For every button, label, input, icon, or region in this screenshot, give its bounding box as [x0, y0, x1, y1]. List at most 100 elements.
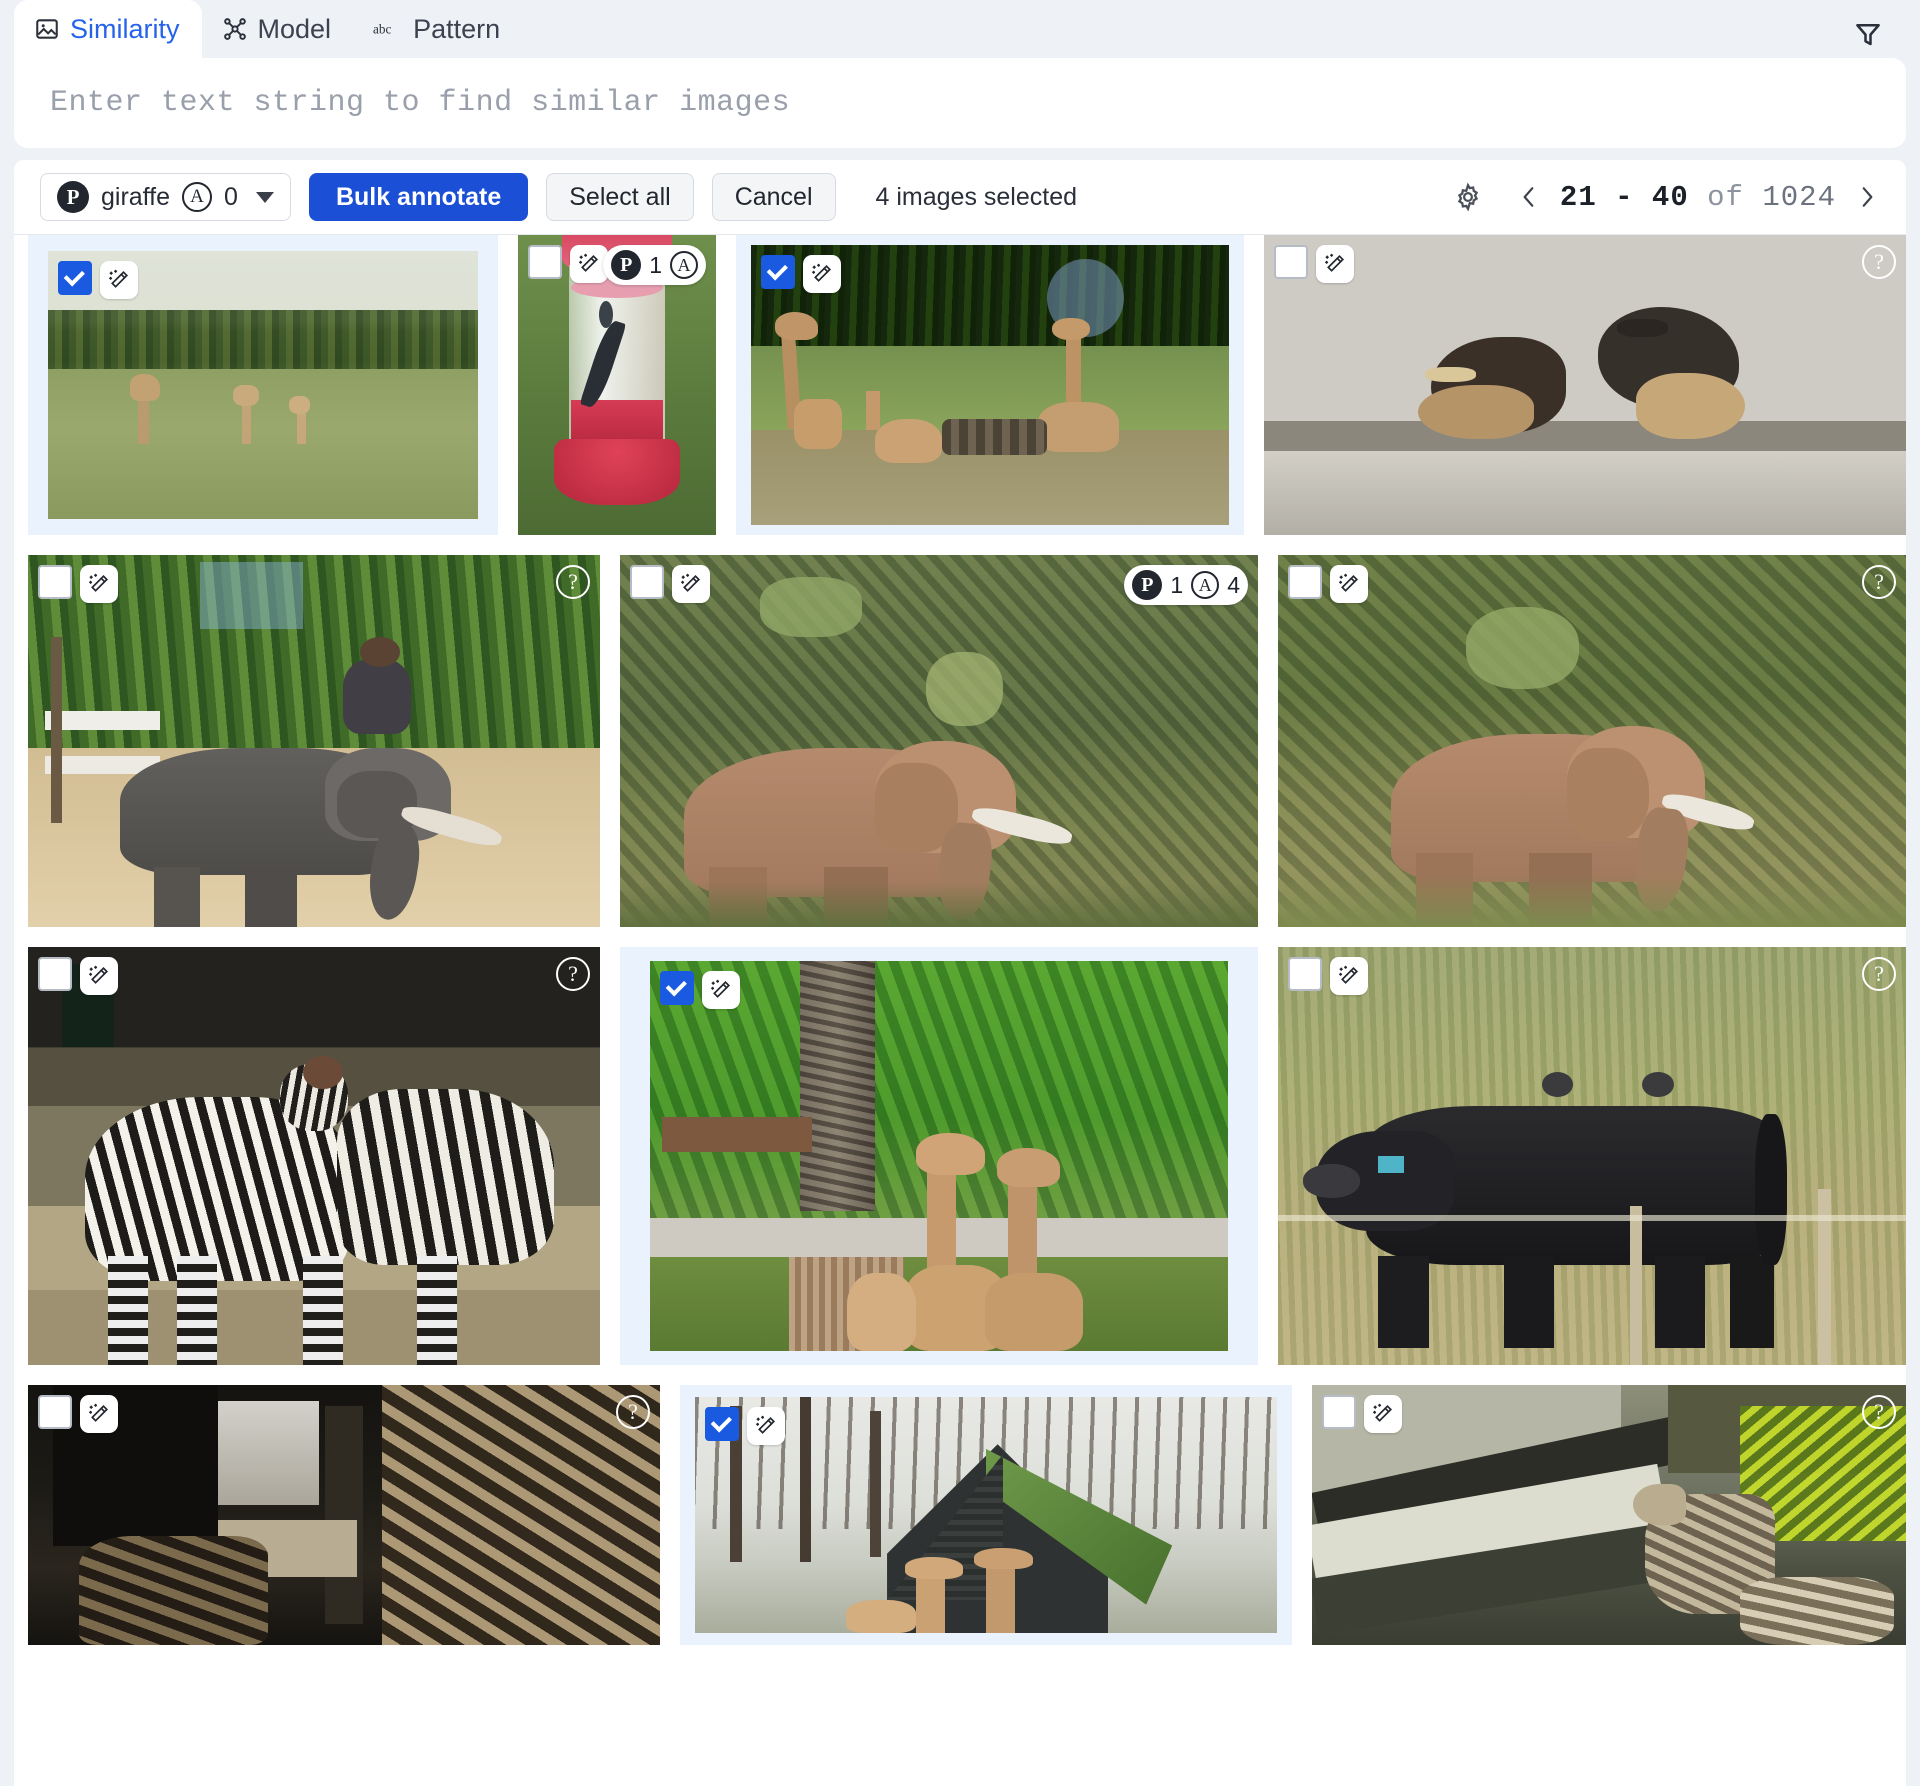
magic-wand-icon[interactable] — [747, 1407, 785, 1445]
magic-wand-icon[interactable] — [1330, 957, 1368, 995]
select-checkbox[interactable] — [38, 957, 72, 991]
magic-wand-icon[interactable] — [1330, 565, 1368, 603]
image-card[interactable]: ? — [1312, 1385, 1906, 1645]
selection-status-label: 4 images selected — [875, 182, 1078, 211]
giraffes-in-field[interactable] — [48, 251, 478, 519]
select-checkbox[interactable] — [761, 255, 795, 289]
cancel-button[interactable]: Cancel — [711, 173, 836, 221]
card-controls — [38, 1395, 118, 1433]
help-question-icon[interactable]: ? — [556, 565, 590, 599]
image-card[interactable] — [28, 235, 498, 535]
image-card[interactable]: P 1 A — [518, 235, 716, 535]
two-zebras[interactable]: ? — [28, 947, 600, 1365]
tab-pattern-label: Pattern — [413, 13, 501, 44]
image-card[interactable]: ? — [1278, 555, 1906, 927]
annotation-badge-icon: A — [182, 182, 213, 212]
gear-icon[interactable] — [1446, 175, 1490, 219]
help-icon[interactable]: ? — [1862, 245, 1896, 279]
card-controls — [1274, 245, 1354, 283]
similarity-search-box[interactable] — [14, 58, 1906, 148]
page-range-label: 21 - 40 — [1559, 180, 1689, 214]
select-checkbox[interactable] — [660, 971, 694, 1005]
prediction-count: 1 — [1170, 571, 1184, 598]
help-icon[interactable]: ? — [556, 565, 590, 599]
image-card[interactable] — [680, 1385, 1292, 1645]
image-card[interactable] — [736, 235, 1244, 535]
magic-wand-icon[interactable] — [702, 971, 740, 1009]
annotation-badge-icon: A — [670, 251, 698, 279]
image-card[interactable]: ? — [28, 947, 600, 1365]
pagination: 21 - 40 of 1024 — [1516, 181, 1880, 214]
card-controls — [38, 565, 118, 603]
two-swallows-on-ledge[interactable]: ? — [1264, 235, 1906, 535]
select-checkbox[interactable] — [58, 261, 92, 295]
prediction-count: 1 — [649, 251, 662, 278]
abc-icon: abc — [373, 19, 403, 39]
select-checkbox[interactable] — [1322, 1395, 1356, 1429]
giraffe-in-dark-barn[interactable]: ? — [28, 1385, 660, 1645]
giraffes-grazing-herd[interactable] — [751, 245, 1229, 525]
magic-wand-icon[interactable] — [80, 957, 118, 995]
select-checkbox[interactable] — [630, 565, 664, 599]
help-question-icon[interactable]: ? — [616, 1395, 650, 1429]
image-card[interactable]: P 1 A 4 — [620, 555, 1258, 927]
class-select-dropdown[interactable]: P giraffe A 0 — [40, 173, 291, 221]
select-checkbox[interactable] — [1288, 565, 1322, 599]
image-card[interactable]: ? — [28, 555, 600, 927]
image-card[interactable]: ? — [1278, 947, 1906, 1365]
magic-wand-icon[interactable] — [1364, 1395, 1402, 1433]
annotation-count-badge[interactable]: P 1 A 4 — [1124, 565, 1248, 605]
elephant-in-scrubland[interactable]: P 1 A 4 — [620, 555, 1258, 927]
help-icon[interactable]: ? — [616, 1395, 650, 1429]
elephant-on-hillside[interactable]: ? — [1278, 555, 1906, 927]
help-icon[interactable]: ? — [1862, 565, 1896, 599]
help-question-icon[interactable]: ? — [1862, 245, 1896, 279]
tab-model[interactable]: Model — [202, 0, 354, 58]
select-checkbox[interactable] — [705, 1407, 739, 1441]
filter-funnel-icon[interactable] — [1846, 12, 1890, 56]
giraffes-at-zoo-enclosure[interactable] — [650, 961, 1228, 1351]
help-question-icon[interactable]: ? — [556, 957, 590, 991]
magic-wand-icon[interactable] — [100, 261, 138, 299]
magic-wand-icon[interactable] — [80, 1395, 118, 1433]
annotation-count: 4 — [1227, 571, 1240, 598]
help-icon[interactable]: ? — [1862, 1395, 1896, 1429]
select-checkbox[interactable] — [38, 1395, 72, 1429]
bulk-annotate-button[interactable]: Bulk annotate — [308, 173, 529, 221]
select-checkbox[interactable] — [1288, 957, 1322, 991]
help-icon[interactable]: ? — [556, 957, 590, 991]
bird-on-wooden-beam[interactable]: ? — [1312, 1385, 1906, 1645]
tab-similarity[interactable]: Similarity — [14, 0, 202, 58]
chevron-down-icon — [255, 191, 274, 203]
magic-wand-icon[interactable] — [803, 255, 841, 293]
tab-pattern[interactable]: abc Pattern — [353, 0, 522, 58]
chevron-right-icon[interactable] — [1854, 181, 1880, 213]
man-riding-elephant[interactable]: ? — [28, 555, 600, 927]
annotation-count-badge[interactable]: P 1 A — [603, 245, 706, 285]
image-card[interactable] — [620, 947, 1258, 1365]
help-question-icon[interactable]: ? — [1862, 957, 1896, 991]
giraffes-by-green-roof-house[interactable] — [695, 1397, 1277, 1633]
select-checkbox[interactable] — [38, 565, 72, 599]
search-input[interactable] — [14, 86, 1906, 120]
select-checkbox[interactable] — [1274, 245, 1308, 279]
help-question-icon[interactable]: ? — [1862, 1395, 1896, 1429]
help-question-icon[interactable]: ? — [1862, 565, 1896, 599]
card-controls — [1322, 1395, 1402, 1433]
select-checkbox[interactable] — [528, 245, 562, 279]
image-card[interactable]: ? — [1264, 235, 1906, 535]
image-card[interactable]: ? — [28, 1385, 660, 1645]
hummingbird-feeder[interactable]: P 1 A — [518, 235, 716, 535]
chevron-left-icon[interactable] — [1516, 181, 1542, 213]
card-controls — [528, 245, 608, 283]
status-badge: P 1 A — [603, 245, 706, 285]
prediction-badge-icon: P — [611, 250, 642, 280]
magic-wand-icon[interactable] — [672, 565, 710, 603]
magic-wand-icon[interactable] — [80, 565, 118, 603]
card-controls — [630, 565, 710, 603]
help-icon[interactable]: ? — [1862, 957, 1896, 991]
black-cow-in-pasture[interactable]: ? — [1278, 947, 1906, 1365]
magic-wand-icon[interactable] — [1316, 245, 1354, 283]
status-badge: P 1 A 4 — [1124, 565, 1248, 605]
select-all-button[interactable]: Select all — [546, 173, 694, 221]
